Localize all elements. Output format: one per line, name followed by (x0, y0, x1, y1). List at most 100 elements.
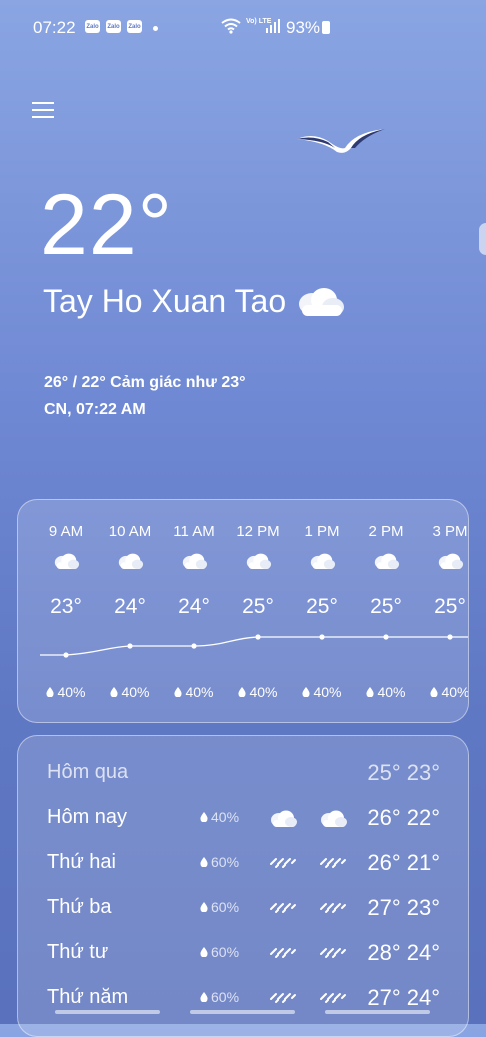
hour-label: 9 AM (48, 523, 84, 540)
hour-temperature: 24° (178, 595, 210, 618)
precip-value: 60% (211, 854, 240, 870)
day-temperatures: 26° 22° (367, 805, 440, 830)
zalo-notification-icon: Zalo (85, 20, 100, 33)
raindrop-icon (430, 684, 441, 700)
precip-value: 60% (211, 899, 240, 915)
rain-icon (318, 854, 348, 875)
hour-label: 12 PM (236, 523, 280, 540)
hour-label: 2 PM (368, 523, 404, 540)
navigation-bar (0, 1010, 486, 1018)
bird-illustration (297, 129, 385, 153)
precip-value: 40% (211, 809, 240, 825)
day-temperatures: 26° 21° (367, 850, 440, 875)
daily-row[interactable]: Thứ ba 60% 27° 23° (18, 889, 468, 929)
rain-icon (268, 899, 298, 920)
day-temperatures: 28° 24° (367, 940, 440, 965)
precip-value: 40% (441, 684, 469, 700)
nav-indicator (55, 1010, 160, 1014)
hour-label: 1 PM (304, 523, 340, 540)
battery-icon (322, 21, 330, 34)
daily-row[interactable]: Thứ hai 60% 26° 21° (18, 844, 468, 884)
hour-temperature: 25° (434, 595, 466, 618)
raindrop-icon (200, 899, 211, 915)
location-label: Tay Ho Xuan Tao (43, 283, 287, 319)
precip-value: 40% (57, 684, 86, 700)
cloud-icon (52, 552, 80, 576)
hourly-item: 11 AM 24° 40% (162, 500, 226, 722)
rain-icon (268, 944, 298, 965)
hourly-item: 10 AM 24° 40% (98, 500, 162, 722)
nav-indicator (325, 1010, 430, 1014)
signal-icon (266, 19, 280, 33)
raindrop-icon (238, 684, 249, 700)
hour-temperature: 24° (114, 595, 146, 618)
precip-value: 60% (211, 944, 240, 960)
status-bar: 07:22 Zalo Zalo Zalo Vo) LTE 93% (0, 0, 486, 56)
location-name[interactable]: Tay Ho Xuan Tao (43, 283, 346, 320)
day-precipitation: 60% (200, 854, 239, 870)
raindrop-icon (200, 944, 211, 960)
raindrop-icon (110, 684, 121, 700)
precip-value: 60% (211, 989, 240, 1005)
cloud-icon (180, 552, 208, 576)
day-label: Hôm nay (47, 806, 128, 828)
day-label: Thứ hai (47, 851, 116, 873)
day-label: Thứ tư (47, 941, 109, 963)
battery-percent: 93% (286, 18, 321, 37)
day-precipitation: 60% (200, 944, 239, 960)
day-precipitation: 60% (200, 899, 239, 915)
status-time: 07:22 (33, 18, 76, 37)
precip-value: 40% (121, 684, 150, 700)
daily-row[interactable]: Thứ tư 60% 28° 24° (18, 934, 468, 974)
zalo-notification-icon: Zalo (127, 20, 142, 33)
raindrop-icon (174, 684, 185, 700)
hourly-forecast-card[interactable]: 9 AM 23° 40% 10 AM 24° 40% 11 AM 24° 40%… (17, 499, 469, 723)
edge-panel-handle[interactable] (479, 223, 486, 255)
day-label: Thứ năm (47, 986, 129, 1008)
hour-precipitation: 40% (418, 684, 469, 700)
hourly-item: 1 PM 25° 40% (290, 500, 354, 722)
cloud-icon (268, 809, 298, 834)
hourly-item: 12 PM 25° 40% (226, 500, 290, 722)
rain-icon (268, 854, 298, 875)
rain-icon (318, 899, 348, 920)
hour-precipitation: 40% (34, 684, 98, 700)
daily-forecast-card[interactable]: Hôm qua 25° 23° Hôm nay 40% 26° 22° Thứ hai 60… (17, 735, 469, 1037)
raindrop-icon (200, 989, 211, 1005)
hour-label: 11 AM (173, 523, 215, 540)
precip-value: 40% (185, 684, 214, 700)
nav-indicator (190, 1010, 295, 1014)
rain-icon (318, 944, 348, 965)
daily-row[interactable]: Hôm nay 40% 26° 22° (18, 799, 468, 839)
rain-icon (318, 989, 348, 1010)
more-notifications-icon (153, 26, 158, 31)
day-label: Thứ ba (47, 896, 112, 918)
day-precipitation: 40% (200, 809, 239, 825)
hour-precipitation: 40% (98, 684, 162, 700)
precip-value: 40% (377, 684, 406, 700)
hourly-item: 3 PM 25° 40% (418, 500, 469, 722)
raindrop-icon (366, 684, 377, 700)
raindrop-icon (302, 684, 313, 700)
hour-precipitation: 40% (226, 684, 290, 700)
precip-value: 40% (313, 684, 342, 700)
hour-precipitation: 40% (162, 684, 226, 700)
cloud-icon (318, 809, 348, 834)
day-precipitation: 60% (200, 989, 239, 1005)
high-low-feels-like: 26° / 22° Cảm giác như 23° (44, 374, 246, 391)
precip-value: 40% (249, 684, 278, 700)
hour-temperature: 25° (242, 595, 274, 618)
menu-icon[interactable] (32, 100, 54, 120)
hour-precipitation: 40% (354, 684, 418, 700)
day-temperatures: 27° 23° (367, 895, 440, 920)
hourly-item: 2 PM 25° 40% (354, 500, 418, 722)
cloud-icon (308, 552, 336, 576)
hour-label: 3 PM (432, 523, 468, 540)
cloud-icon (244, 552, 272, 576)
rain-icon (268, 989, 298, 1010)
hour-temperature: 25° (370, 595, 402, 618)
day-temperatures: 27° 24° (367, 985, 440, 1010)
raindrop-icon (200, 854, 211, 870)
daily-row[interactable]: Hôm qua 25° 23° (18, 754, 468, 794)
hour-temperature: 23° (50, 595, 82, 618)
